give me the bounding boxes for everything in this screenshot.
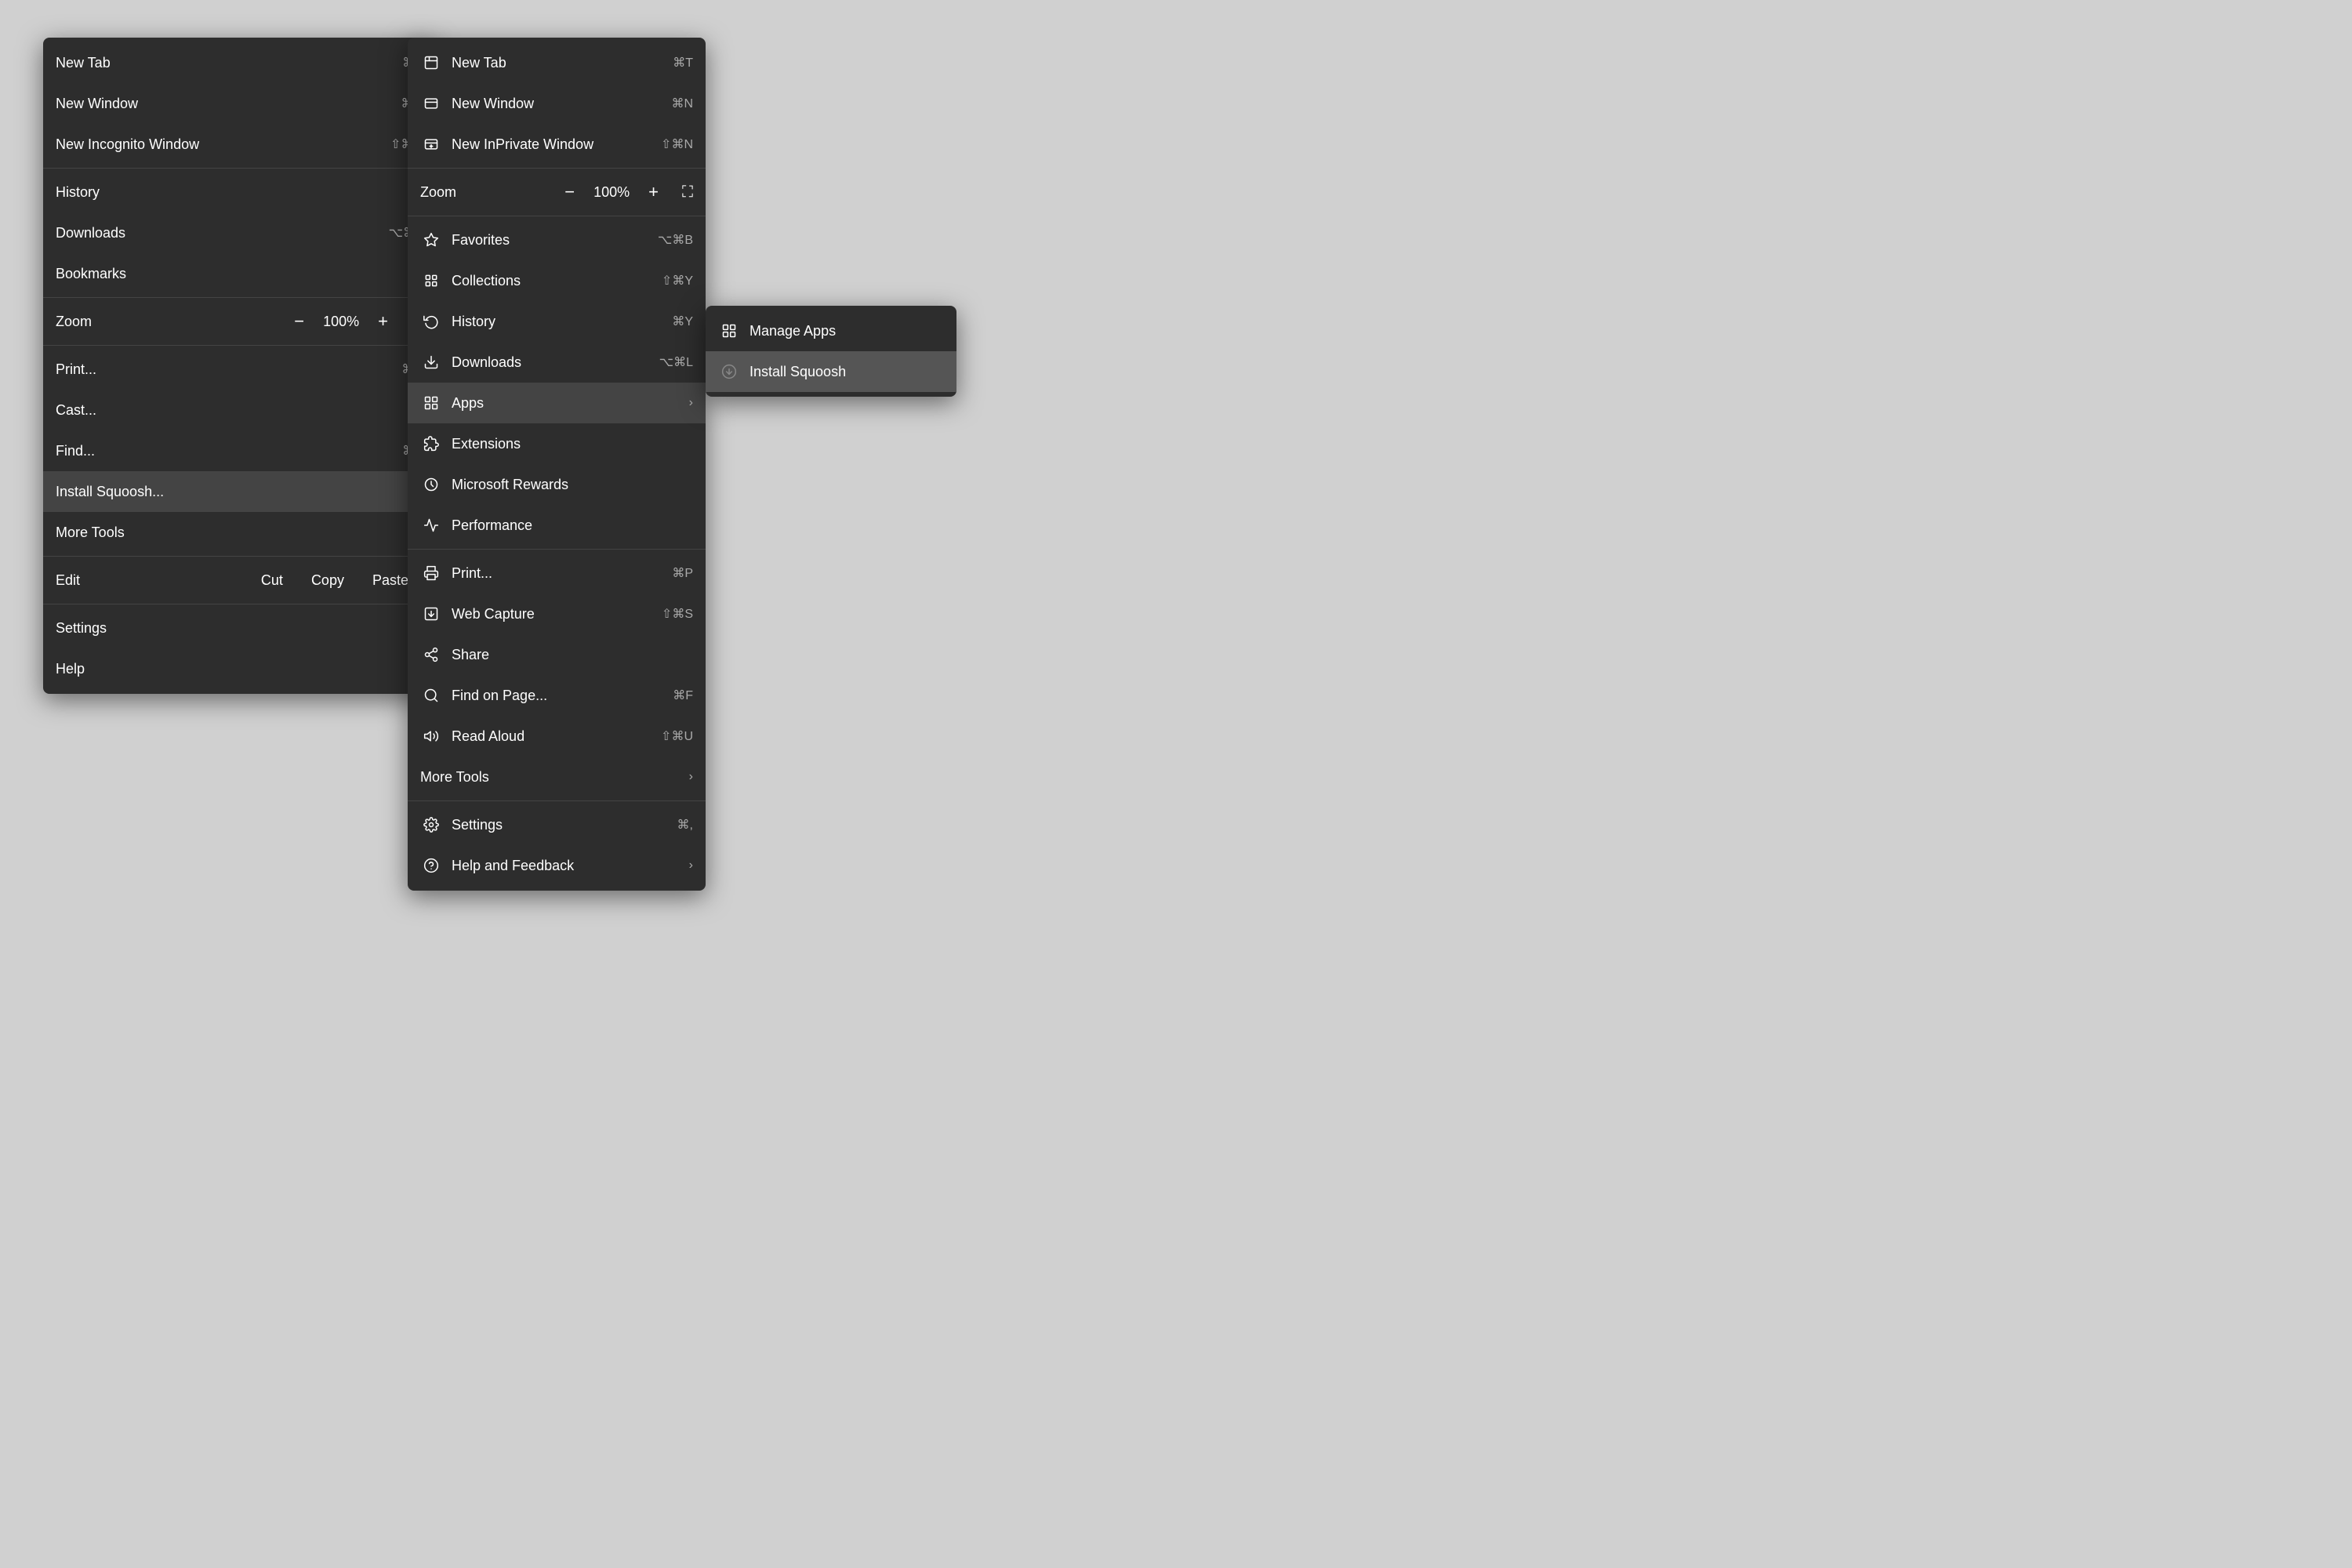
edge-apps[interactable]: Apps › xyxy=(408,383,706,423)
install-squoosh-icon xyxy=(718,364,740,379)
chrome-help[interactable]: Help › xyxy=(43,648,435,689)
chrome-history[interactable]: History › xyxy=(43,172,435,212)
chrome-context-menu: New Tab ⌘T New Window ⌘N New Incognito W… xyxy=(43,38,435,694)
performance-icon xyxy=(420,517,442,533)
chrome-more-tools[interactable]: More Tools › xyxy=(43,512,435,553)
chrome-new-window[interactable]: New Window ⌘N xyxy=(43,83,435,124)
inprivate-icon xyxy=(420,136,442,152)
edge-zoom-fullscreen-icon[interactable]: ⛶ xyxy=(682,183,693,201)
separator-2 xyxy=(43,297,435,298)
apps-submenu: Manage Apps Install Squoosh xyxy=(706,306,956,397)
share-icon xyxy=(420,647,442,662)
new-window-icon xyxy=(420,96,442,111)
chrome-copy-button[interactable]: Copy xyxy=(297,569,358,592)
rewards-icon xyxy=(420,477,442,492)
chrome-new-tab[interactable]: New Tab ⌘T xyxy=(43,42,435,83)
edge-web-capture[interactable]: Web Capture ⇧⌘S xyxy=(408,593,706,634)
chrome-install-squoosh[interactable]: Install Squoosh... xyxy=(43,471,435,512)
install-squoosh-label: Install Squoosh xyxy=(750,364,846,380)
manage-apps-item[interactable]: Manage Apps xyxy=(706,310,956,351)
separator-4 xyxy=(43,556,435,557)
chrome-find[interactable]: Find... ⌘F xyxy=(43,430,435,471)
chrome-bookmarks[interactable]: Bookmarks › xyxy=(43,253,435,294)
manage-apps-icon xyxy=(718,323,740,339)
chrome-cast[interactable]: Cast... xyxy=(43,390,435,430)
edge-new-tab[interactable]: New Tab ⌘T xyxy=(408,42,706,83)
edge-sep-1 xyxy=(408,168,706,169)
apps-icon xyxy=(420,395,442,411)
edge-new-inprivate[interactable]: New InPrivate Window ⇧⌘N xyxy=(408,124,706,165)
edge-performance[interactable]: Performance xyxy=(408,505,706,546)
edge-read-aloud[interactable]: Read Aloud ⇧⌘U xyxy=(408,716,706,757)
edge-history[interactable]: History ⌘Y xyxy=(408,301,706,342)
zoom-controls: − 100% + ⛶ xyxy=(288,308,423,335)
edge-sep-3 xyxy=(408,549,706,550)
history-icon xyxy=(420,314,442,329)
chrome-downloads[interactable]: Downloads ⌥⌘L xyxy=(43,212,435,253)
edge-zoom-controls: − 100% + ⛶ xyxy=(558,179,693,205)
new-tab-icon xyxy=(420,55,442,71)
zoom-increase-button[interactable]: + xyxy=(372,308,394,335)
edge-new-window[interactable]: New Window ⌘N xyxy=(408,83,706,124)
help-icon xyxy=(420,858,442,873)
edge-find-on-page[interactable]: Find on Page... ⌘F xyxy=(408,675,706,716)
chrome-edit-row: Edit Cut Copy Paste xyxy=(43,560,435,601)
zoom-value: 100% xyxy=(321,314,361,330)
edge-more-tools[interactable]: More Tools › xyxy=(408,757,706,797)
separator-3 xyxy=(43,345,435,346)
collections-icon xyxy=(420,273,442,289)
separator-1 xyxy=(43,168,435,169)
favorites-icon xyxy=(420,232,442,248)
edge-help-feedback[interactable]: Help and Feedback › xyxy=(408,845,706,886)
chrome-cut-button[interactable]: Cut xyxy=(247,569,297,592)
chrome-settings[interactable]: Settings ⌘, xyxy=(43,608,435,648)
edge-collections[interactable]: Collections ⇧⌘Y xyxy=(408,260,706,301)
extensions-icon xyxy=(420,436,442,452)
manage-apps-label: Manage Apps xyxy=(750,323,836,339)
edge-downloads[interactable]: Downloads ⌥⌘L xyxy=(408,342,706,383)
edge-zoom-decrease-button[interactable]: − xyxy=(558,179,581,205)
zoom-decrease-button[interactable]: − xyxy=(288,308,310,335)
edge-settings[interactable]: Settings ⌘, xyxy=(408,804,706,845)
edge-zoom-row: Zoom − 100% + ⛶ xyxy=(408,172,706,212)
chrome-zoom-row: Zoom − 100% + ⛶ xyxy=(43,301,435,342)
edge-zoom-value: 100% xyxy=(592,184,631,201)
edge-zoom-increase-button[interactable]: + xyxy=(642,179,665,205)
webcapture-icon xyxy=(420,606,442,622)
edge-share[interactable]: Share xyxy=(408,634,706,675)
chrome-print[interactable]: Print... ⌘P xyxy=(43,349,435,390)
settings-icon xyxy=(420,817,442,833)
edge-sep-4 xyxy=(408,800,706,801)
find-icon xyxy=(420,688,442,703)
edge-context-menu: New Tab ⌘T New Window ⌘N New InPrivate W… xyxy=(408,38,706,891)
edge-favorites[interactable]: Favorites ⌥⌘B xyxy=(408,220,706,260)
print-icon xyxy=(420,565,442,581)
chrome-new-incognito[interactable]: New Incognito Window ⇧⌘N xyxy=(43,124,435,165)
edge-print[interactable]: Print... ⌘P xyxy=(408,553,706,593)
downloads-icon xyxy=(420,354,442,370)
edge-microsoft-rewards[interactable]: Microsoft Rewards xyxy=(408,464,706,505)
install-squoosh-item[interactable]: Install Squoosh xyxy=(706,351,956,392)
edge-extensions[interactable]: Extensions xyxy=(408,423,706,464)
readaloud-icon xyxy=(420,728,442,744)
